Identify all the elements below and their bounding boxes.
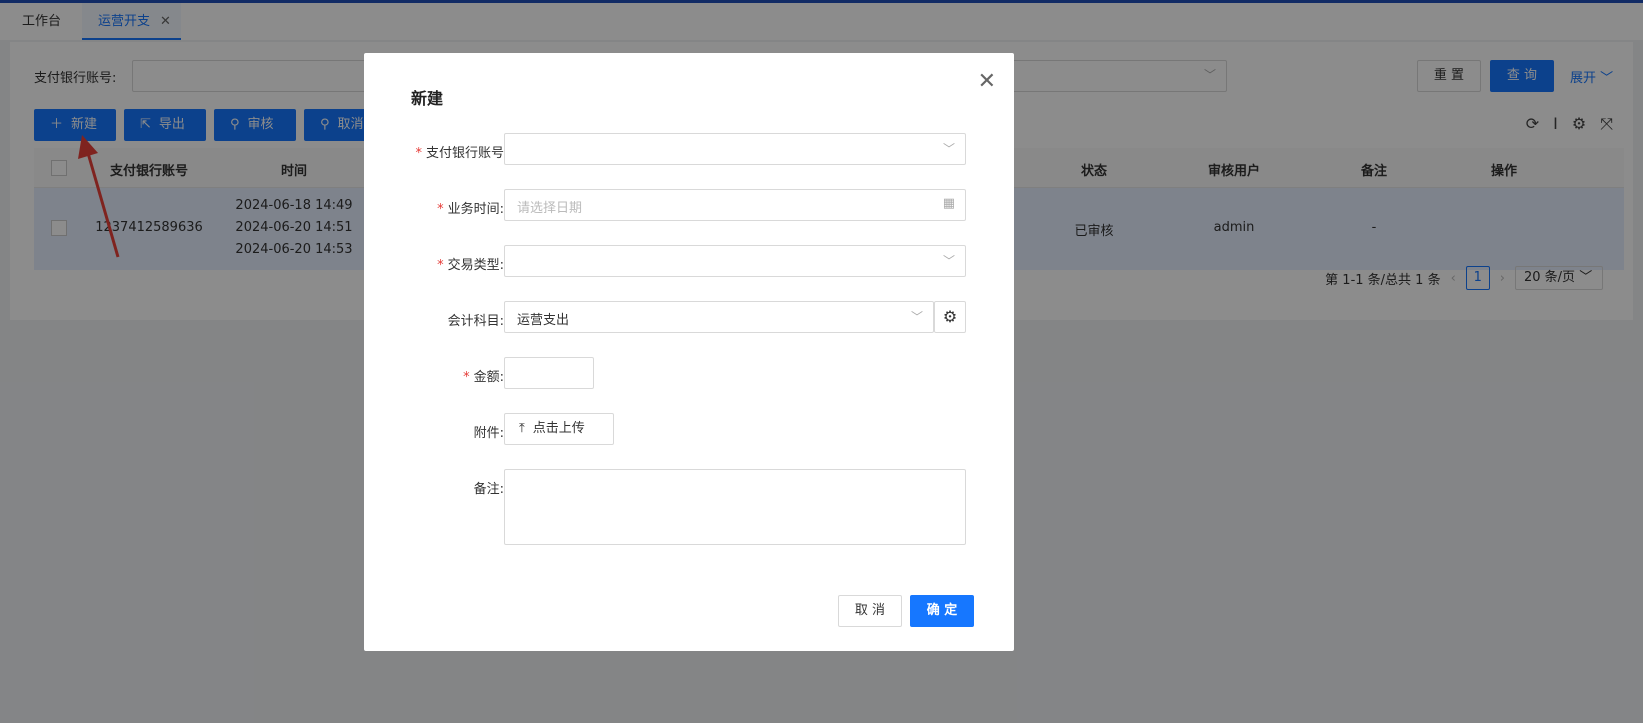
biz-time-placeholder: 请选择日期 [517,201,583,216]
chevron-down-icon: ﹀ [942,254,955,268]
upload-label: 点击上传 [532,421,585,436]
upload-icon: ⤒ [519,421,525,436]
trade-type-label: * 交易类型: [364,254,504,273]
upload-button[interactable]: ⤒ 点击上传 [504,413,614,445]
biz-time-picker[interactable]: 请选择日期 ▦ [504,189,966,221]
trade-type-label-text: 交易类型: [447,258,504,273]
subject-select[interactable]: 运营支出 ﹀ [504,301,934,333]
account-label-text: 支付银行账号 [425,146,504,161]
gear-icon: ⚙ [942,307,958,326]
new-record-modal: 新建 ✕ * 支付银行账号 ﹀ * 业务时间: 请选择日期 ▦ * 交易类型: ﹀ 会计… [364,53,1014,651]
amount-label-text: 金额: [473,370,504,385]
modal-title: 新建 [411,89,444,108]
chevron-down-icon: ﹀ [942,142,955,156]
biz-time-label: * 业务时间: [364,198,504,217]
chevron-down-icon: ﹀ [910,310,923,324]
cancel-button[interactable]: 取 消 [838,595,902,627]
account-label: * 支付银行账号 [364,142,504,161]
biz-time-label-text: 业务时间: [447,202,504,217]
confirm-button[interactable]: 确 定 [910,595,974,627]
subject-settings-button[interactable]: ⚙ [934,301,966,333]
amount-input[interactable] [504,357,594,389]
required-mark: * [463,370,470,385]
subject-value: 运营支出 [517,313,570,328]
trade-type-select[interactable]: ﹀ [504,245,966,277]
required-mark: * [415,146,422,161]
remark-label: 备注: [473,482,504,497]
required-mark: * [437,202,444,217]
close-icon[interactable]: ✕ [978,69,996,94]
account-select[interactable]: ﹀ [504,133,966,165]
amount-label: * 金额: [364,366,504,385]
subject-label: 会计科目: [447,314,504,329]
remark-textarea[interactable] [504,469,966,545]
attachment-label: 附件: [473,426,504,441]
calendar-icon: ▦ [942,196,955,211]
required-mark: * [437,258,444,273]
